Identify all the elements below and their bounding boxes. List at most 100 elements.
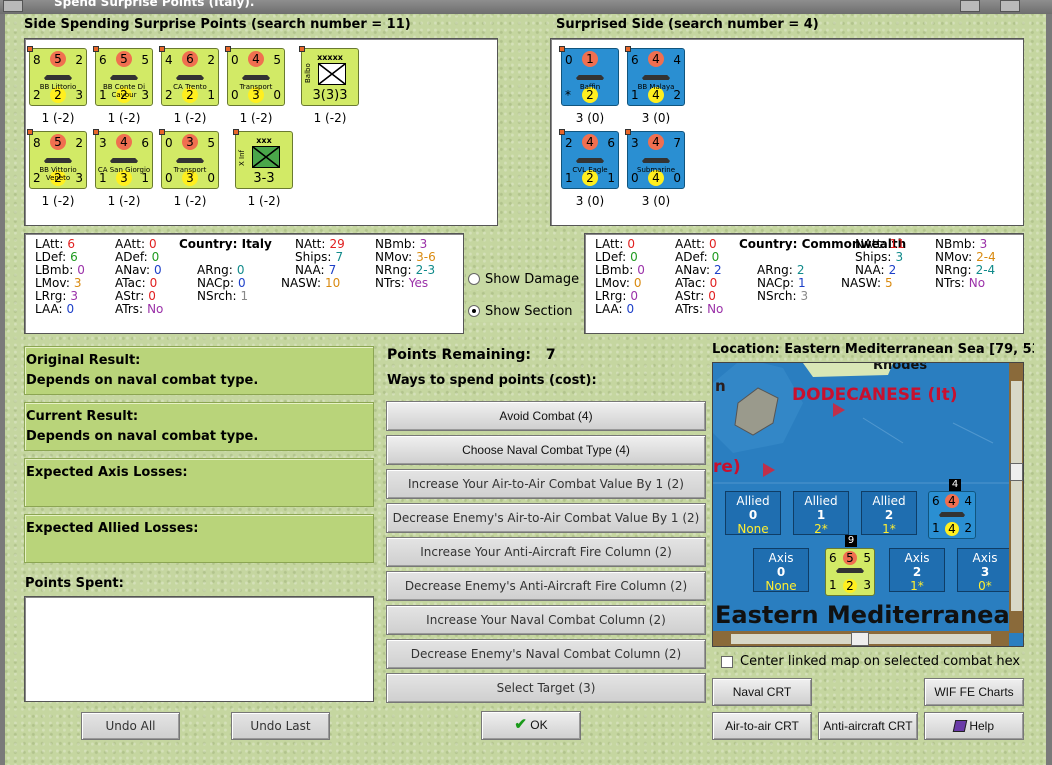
unit-caption: 1 (-2) (107, 111, 141, 125)
combat-box-number: 0 (776, 565, 786, 579)
stat-value: 0 (238, 276, 246, 290)
unit-caption: 1 (-2) (41, 194, 75, 208)
center-map-checkbox[interactable] (721, 656, 733, 668)
counter-value-tm: 3 (182, 134, 198, 150)
unit-counter[interactable]: 6 5 5 1 2 3 BB Conte Di Cavour (93, 46, 153, 106)
unit-counter[interactable]: 3 4 7 0 4 0 Submarine (625, 129, 685, 189)
spend-option-button[interactable]: Decrease Enemy's Air-to-Air Combat Value… (386, 503, 706, 533)
vertical-scroll-thumb[interactable] (1010, 463, 1023, 481)
combat-box[interactable]: Allied 1 2* (793, 491, 849, 536)
spend-option-button[interactable]: Increase Your Naval Combat Column (2) (386, 605, 706, 635)
stat-lbmb: LBmb: 0 (35, 263, 85, 277)
stat-value: 3 (979, 237, 988, 251)
stat-key: LDef: (35, 250, 67, 264)
stat-key: NSrch: (197, 289, 237, 303)
stat-value: 3 (895, 250, 904, 264)
stat-atac: ATac: 0 (115, 276, 157, 290)
spend-option-button[interactable]: Decrease Enemy's Naval Combat Column (2) (386, 639, 706, 669)
stat-nasw: NASW: 5 (841, 276, 893, 290)
spend-option-button[interactable]: Decrease Enemy's Anti-Aircraft Fire Colu… (386, 571, 706, 601)
ok-button[interactable]: ✔ OK (481, 711, 581, 740)
corner-marker (93, 46, 99, 52)
air-to-air-crt-button[interactable]: Air-to-air CRT (712, 712, 812, 740)
expected-axis-losses-label: Expected Axis Losses: (26, 465, 188, 480)
system-menu-button[interactable] (3, 0, 23, 12)
stat-value: 1 (240, 289, 249, 303)
show-damage-option[interactable]: Show Damage (466, 270, 580, 290)
unit-counter[interactable]: 0 4 5 0 3 0 Transport (225, 46, 285, 106)
unit-name: Transport (239, 83, 273, 91)
spend-option-button[interactable]: Avoid Combat (4) (386, 401, 706, 431)
stat-value: 0 (154, 263, 162, 277)
stat-adef: ADef: 0 (675, 250, 719, 264)
anti-aircraft-crt-button[interactable]: Anti-aircraft CRT (818, 712, 918, 740)
counter-value-tr: 5 (141, 53, 149, 67)
unit-counter[interactable]: 0 1 * 2 Baffin (559, 46, 619, 106)
map-horizontal-scrollbar[interactable] (713, 631, 1009, 646)
stat-value: 2-3 (415, 263, 436, 277)
linked-map[interactable]: n Rhodes DODECANESE (It) re) Allied 0 None… (712, 362, 1024, 647)
unit-counter[interactable]: 3 4 6 1 3 1 CA San Giorgio (93, 129, 153, 189)
map-counter-bb-malaya[interactable]: 644 142 (928, 491, 976, 539)
combat-box-number: 3 (980, 565, 990, 579)
unit-counter[interactable]: 6 4 4 1 4 2 BB Malaya (625, 46, 685, 106)
unit-caption: 1 (-2) (239, 111, 273, 125)
stat-key: ATac: (115, 276, 146, 290)
undo-last-button[interactable]: Undo Last (231, 712, 330, 740)
stat-ships: Ships: 3 (855, 250, 903, 264)
stat-value: 2 (888, 263, 897, 277)
unit-counter[interactable]: 8 5 2 2 2 3 BB Littorio (27, 46, 87, 106)
map-counter-bb-conte-di-cavour[interactable]: 655 123 (825, 548, 875, 596)
combat-box[interactable]: Axis 0 None (753, 548, 809, 593)
current-result-value: Depends on naval combat type. (26, 429, 259, 444)
combat-box[interactable]: Axis 2 1* (889, 548, 945, 593)
unit-counter[interactable]: xxxxx Balbo 3(3)3 (299, 46, 359, 106)
spend-option-button[interactable]: Select Target (3) (386, 673, 706, 703)
combat-box-side: Axis (904, 551, 930, 565)
stat-nmov: NMov: 3-6 (375, 250, 436, 264)
unit-counter[interactable]: 2 4 6 1 2 1 CVL Eagle (559, 129, 619, 189)
stat-naa: NAA: 2 (855, 263, 896, 277)
stat-natt: NAtt: 29 (295, 237, 345, 251)
stat-value: 0 (236, 263, 245, 277)
show-damage-radio[interactable] (468, 273, 480, 285)
counter-value-tl: 0 (565, 53, 573, 67)
map-vertical-scrollbar[interactable] (1009, 363, 1023, 633)
stat-key: NBmb: (935, 237, 976, 251)
counter-value-tl: 0 (231, 53, 239, 67)
naval-crt-button[interactable]: Naval CRT (712, 678, 812, 706)
close-button[interactable] (1000, 0, 1020, 12)
combat-box[interactable]: Axis 3 0* (957, 548, 1013, 593)
stat-value: 2-4 (976, 250, 996, 264)
combat-box-side: Allied (804, 494, 838, 508)
current-result-panel: Current Result: Depends on naval combat … (24, 402, 374, 451)
points-spent-list[interactable] (24, 596, 374, 702)
show-section-option[interactable]: Show Section (466, 302, 580, 322)
horizontal-scroll-thumb[interactable] (851, 632, 869, 646)
spend-option-button[interactable]: Increase Your Air-to-Air Combat Value By… (386, 469, 706, 499)
unit-name: BB Vittorio Veneto (39, 166, 77, 182)
stat-key: LMov: (595, 276, 630, 290)
stat-nasw: NASW: 10 (281, 276, 340, 290)
unit-counter[interactable]: 4 6 2 2 2 1 CA Trento (159, 46, 219, 106)
unit-counter[interactable]: 8 5 2 2 2 3 BB Vittorio Veneto (27, 129, 87, 189)
undo-all-button[interactable]: Undo All (81, 712, 180, 740)
stat-value: 3 (419, 237, 428, 251)
stat-laa: LAA: 0 (35, 302, 74, 316)
wif-fe-charts-button[interactable]: WIF FE Charts (924, 678, 1024, 706)
minimize-button[interactable] (960, 0, 980, 12)
stat-key: LBmb: (595, 263, 634, 277)
stat-value: 0 (149, 276, 158, 290)
stat-nrng: NRng: 2-4 (935, 263, 995, 277)
unit-counter[interactable]: xxx X Inf 3-3 (233, 129, 293, 189)
show-damage-label: Show Damage (485, 272, 580, 287)
stat-key: NRng: (935, 263, 972, 277)
unit-counter[interactable]: 0 3 5 0 3 0 Transport (159, 129, 219, 189)
stat-aatt: AAtt: 0 (675, 237, 717, 251)
spend-option-button[interactable]: Choose Naval Combat Type (4) (386, 435, 706, 465)
combat-box[interactable]: Allied 2 1* (861, 491, 917, 536)
help-button[interactable]: Help (924, 712, 1024, 740)
combat-box[interactable]: Allied 0 None (725, 491, 781, 536)
spend-option-button[interactable]: Increase Your Anti-Aircraft Fire Column … (386, 537, 706, 567)
show-section-radio[interactable] (468, 305, 480, 317)
